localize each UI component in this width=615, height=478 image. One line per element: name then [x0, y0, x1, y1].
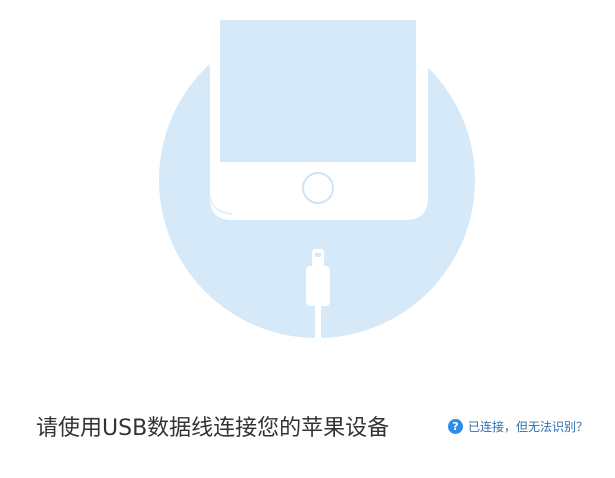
- device-connect-illustration: [159, 20, 475, 338]
- home-button-icon: [302, 172, 334, 204]
- connect-device-prompt: 请使用USB数据线连接您的苹果设备: [36, 416, 390, 441]
- help-link-label: 已连接，但无法识别？: [468, 420, 589, 434]
- question-circle-icon: ?: [448, 419, 463, 434]
- connected-but-unrecognized-link[interactable]: ? 已连接，但无法识别？: [448, 418, 588, 435]
- iphone-icon: [209, 20, 428, 220]
